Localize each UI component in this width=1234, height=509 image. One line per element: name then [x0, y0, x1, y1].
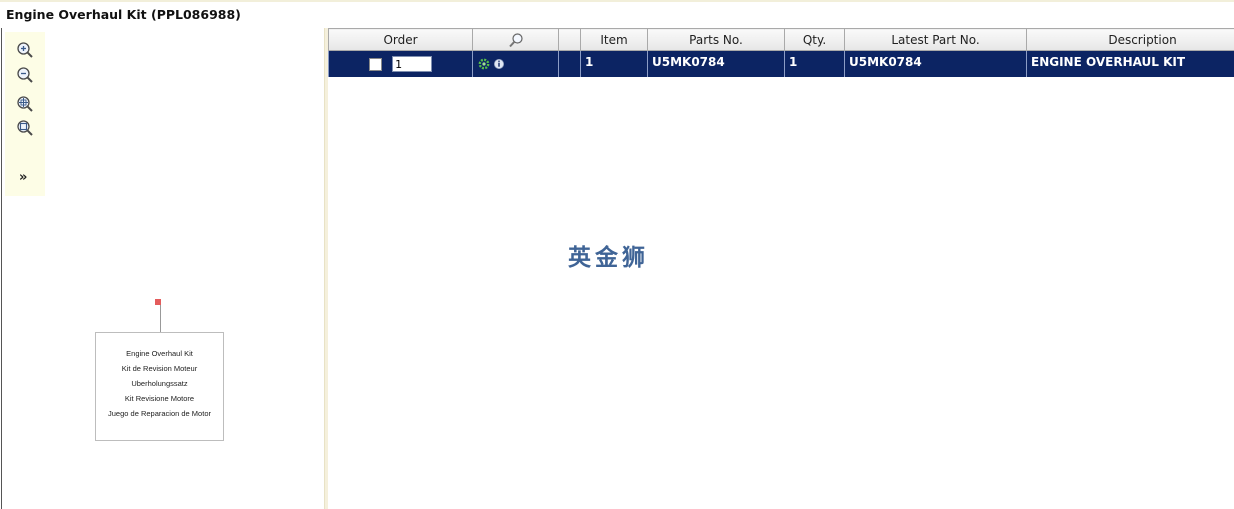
gear-icon[interactable]	[478, 58, 490, 70]
header-description[interactable]: Description	[1026, 28, 1234, 51]
diagram-label-line: Kit de Revision Moteur	[121, 364, 198, 373]
search-icon	[508, 32, 523, 47]
zoom-region-icon	[17, 96, 33, 112]
diagram-label-line: Engine Overhaul Kit	[126, 349, 193, 358]
zoom-toolbar: »	[5, 32, 45, 196]
top-border	[0, 0, 1234, 2]
diagram-label-line: Juego de Reparacion de Motor	[108, 409, 211, 418]
table-row[interactable]: 1 U5MK0784 1 U5MK0784 ENGINE OVERHAUL KI…	[328, 50, 1234, 77]
parts-table: Order Item Parts No. Qty. Latest Part No…	[328, 28, 1234, 77]
header-parts-no[interactable]: Parts No.	[647, 28, 785, 51]
table-header-row: Order Item Parts No. Qty. Latest Part No…	[328, 28, 1234, 51]
info-icon[interactable]	[493, 59, 504, 70]
item-value: 1	[585, 55, 594, 69]
parts-no-value: U5MK0784	[652, 55, 725, 69]
zoom-in-button[interactable]	[15, 40, 35, 60]
description-cell: ENGINE OVERHAUL KIT	[1026, 50, 1234, 77]
zoom-out-icon	[17, 67, 33, 83]
row-checkbox[interactable]	[368, 57, 382, 71]
latest-part-no-cell: U5MK0784	[844, 50, 1027, 77]
description-value: ENGINE OVERHAUL KIT	[1031, 55, 1186, 69]
diagram-leader-line	[160, 305, 161, 332]
header-item[interactable]: Item	[580, 28, 648, 51]
header-order[interactable]: Order	[328, 28, 473, 51]
qty-cell: 1	[784, 50, 845, 77]
parts-no-cell: U5MK0784	[647, 50, 785, 77]
header-search[interactable]	[472, 28, 559, 51]
header-latest-part-no[interactable]: Latest Part No.	[844, 28, 1027, 51]
zoom-fit-button[interactable]	[15, 118, 35, 138]
order-quantity-input[interactable]	[392, 56, 433, 72]
zoom-region-button[interactable]	[15, 94, 35, 114]
header-blank	[558, 28, 581, 51]
blank-cell	[558, 50, 581, 77]
zoom-out-button[interactable]	[15, 65, 35, 85]
header-qty[interactable]: Qty.	[784, 28, 845, 51]
parts-table-area: Order Item Parts No. Qty. Latest Part No…	[328, 28, 1234, 509]
watermark: 英金狮	[568, 245, 649, 271]
diagram-label-line: Uberholungssatz	[131, 379, 188, 388]
zoom-in-icon	[17, 42, 33, 58]
diagram-label-box: Engine Overhaul Kit Kit de Revision Mote…	[95, 332, 224, 441]
zoom-fit-icon	[17, 120, 33, 136]
item-cell: 1	[580, 50, 648, 77]
order-cell	[328, 50, 473, 77]
latest-part-no-value: U5MK0784	[849, 55, 922, 69]
qty-value: 1	[789, 55, 798, 69]
page-title: Engine Overhaul Kit (PPL086988)	[6, 7, 241, 22]
expand-panel-button[interactable]: »	[19, 170, 27, 185]
diagram-panel: » Engine Overhaul Kit Kit de Revision Mo…	[1, 28, 324, 509]
diagram-label-line: Kit Revisione Motore	[124, 394, 195, 403]
actions-cell	[472, 50, 559, 77]
